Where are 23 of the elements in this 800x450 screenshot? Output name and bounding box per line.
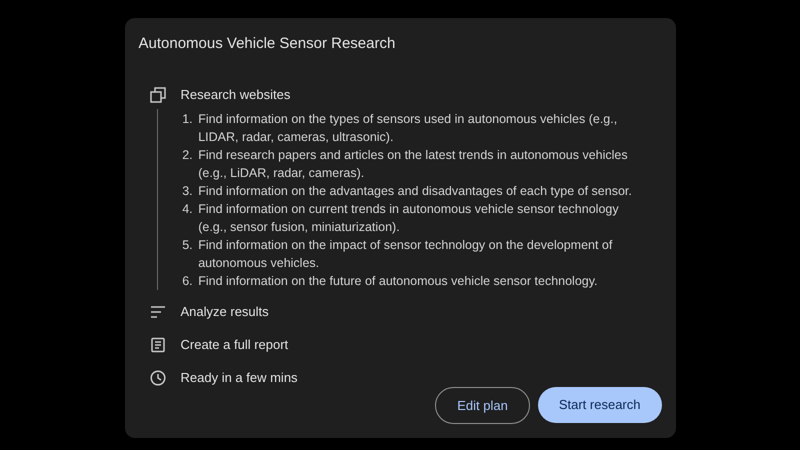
start-button[interactable]: Start research (538, 387, 662, 423)
lines-icon (150, 304, 166, 320)
list-number: 6. (182, 273, 194, 290)
list-number: 1. (182, 111, 194, 128)
clock-icon (150, 370, 166, 386)
step-label: Ready in a few mins (180, 369, 298, 387)
list-number: 3. (182, 183, 194, 200)
list-number: 4. (182, 201, 194, 218)
task-text: Find information on current trends in autonomous vehicle sensor technology (e.g., sensor fusion, miniaturization). (198, 201, 620, 236)
windows-icon (150, 87, 166, 103)
card-title: Autonomous Vehicle Sensor Research (138, 34, 396, 54)
task-text: Find information on the impact of sensor technology on the development of autonomous vehicles. (198, 237, 614, 272)
task-text: Find research papers and articles on the latest trends in autonomous vehicles (e.g., LiDAR, radar, cameras). (198, 147, 629, 182)
edit-button[interactable]: Edit plan (435, 387, 530, 424)
step-label: Create a full report (180, 336, 288, 354)
task-text: Find information on the advantages and disadvantages of each type of sensor. (198, 183, 632, 200)
list-number: 2. (182, 147, 194, 164)
document-icon (150, 337, 166, 353)
list-number: 5. (182, 237, 194, 254)
task-text: Find information on the future of autonomous vehicle sensor technology. (198, 273, 598, 290)
task-text: Find information on the types of sensors used in autonomous vehicles (e.g., LIDAR, radar, cameras, ultrasonic). (198, 111, 618, 146)
step-label: Research websites (180, 86, 290, 104)
step-label: Analyze results (180, 303, 269, 321)
